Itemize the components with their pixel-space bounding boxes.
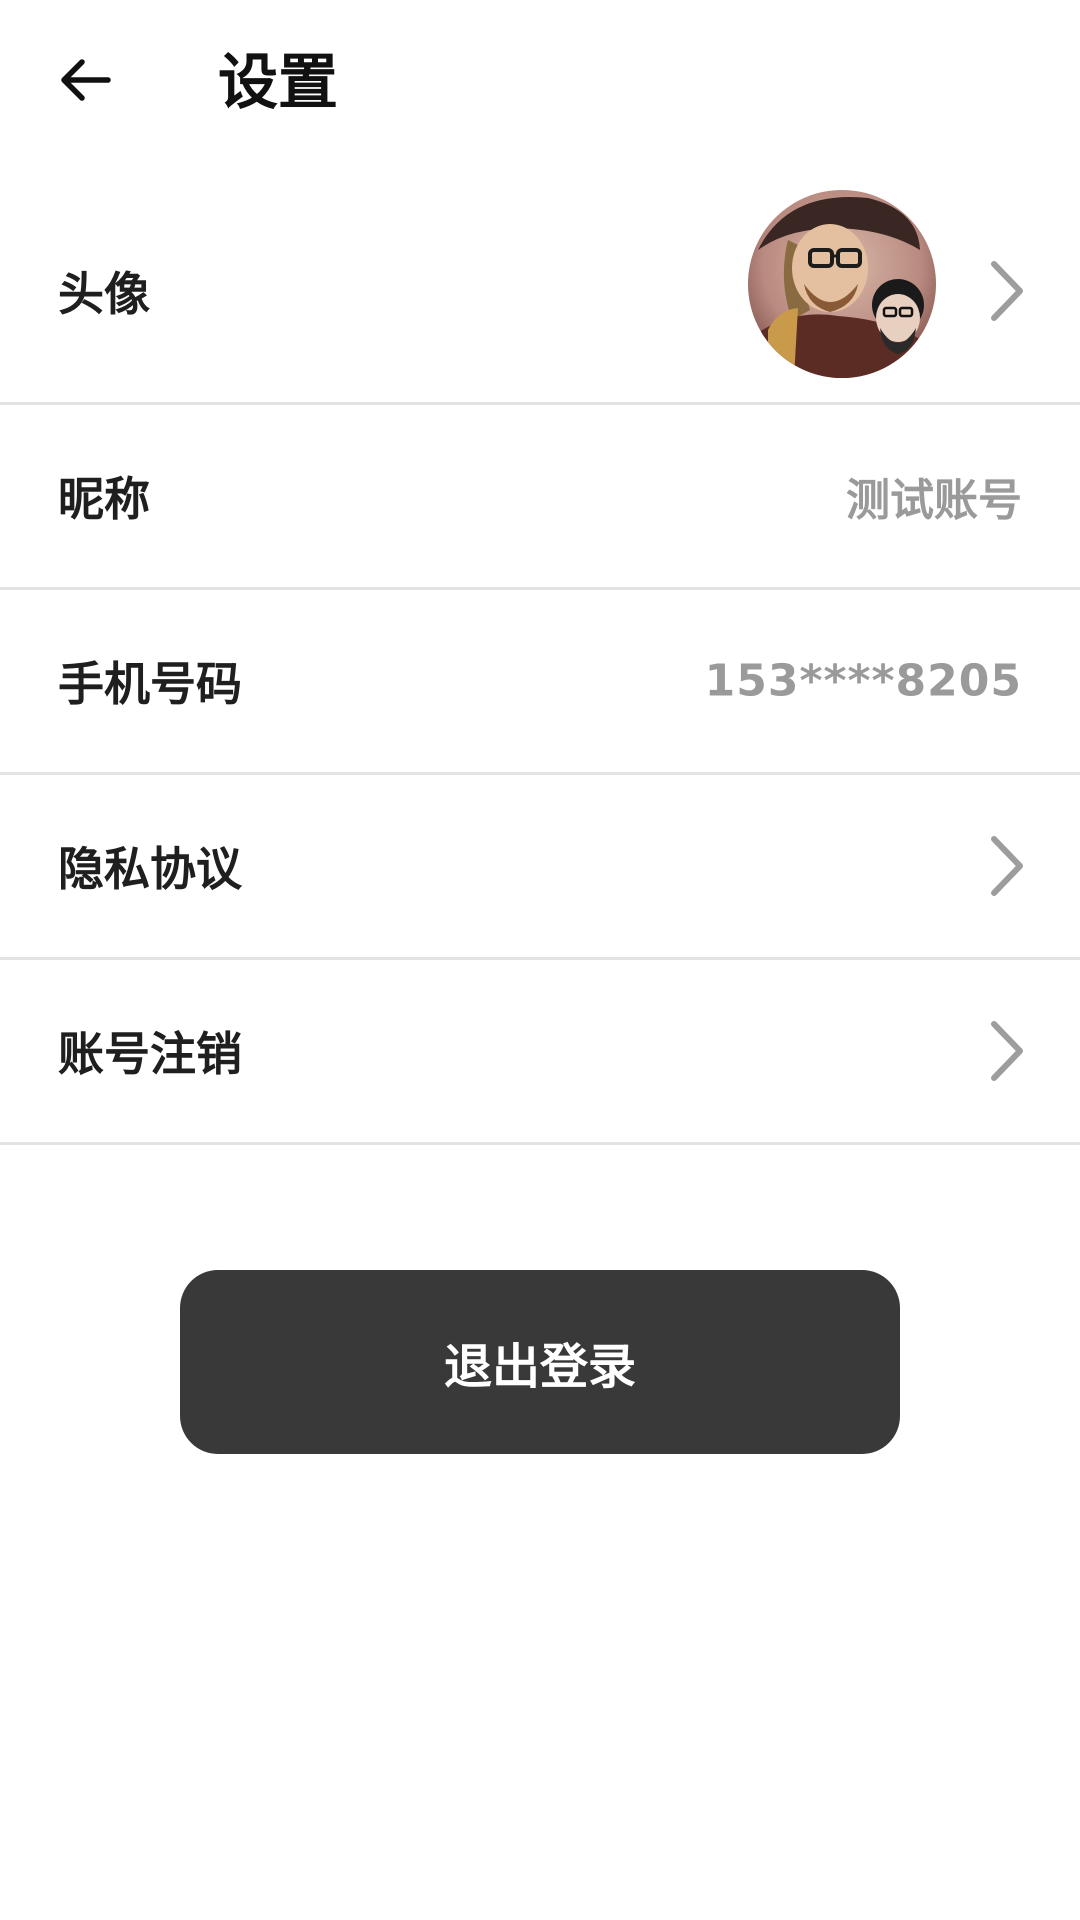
avatar[interactable] — [748, 190, 936, 378]
back-button[interactable] — [52, 48, 116, 112]
header: 设置 — [0, 0, 1080, 170]
arrow-left-icon — [61, 59, 111, 101]
settings-item-delete-account[interactable]: 账号注销 — [0, 960, 1080, 1145]
logout-button[interactable]: 退出登录 — [180, 1270, 900, 1454]
settings-item-label: 头像 — [58, 267, 150, 321]
settings-list: 头像 昵称 测试账号 手机号码 153****8205 隐私协议 账号注销 — [0, 180, 1080, 1145]
settings-item-nickname[interactable]: 昵称 测试账号 — [0, 405, 1080, 590]
settings-item-label: 手机号码 — [58, 657, 242, 711]
settings-item-avatar[interactable]: 头像 — [0, 180, 1080, 405]
phone-value: 153****8205 — [704, 655, 1022, 707]
settings-item-label: 账号注销 — [58, 1027, 242, 1081]
settings-item-label: 昵称 — [58, 472, 150, 526]
page-title: 设置 — [218, 48, 338, 118]
chevron-right-icon — [991, 261, 1023, 321]
chevron-right-icon — [991, 836, 1023, 896]
nickname-value: 测试账号 — [846, 475, 1022, 526]
settings-item-label: 隐私协议 — [58, 842, 242, 896]
settings-item-privacy[interactable]: 隐私协议 — [0, 775, 1080, 960]
avatar-image — [748, 190, 936, 378]
chevron-right-icon — [991, 1021, 1023, 1081]
settings-item-phone[interactable]: 手机号码 153****8205 — [0, 590, 1080, 775]
